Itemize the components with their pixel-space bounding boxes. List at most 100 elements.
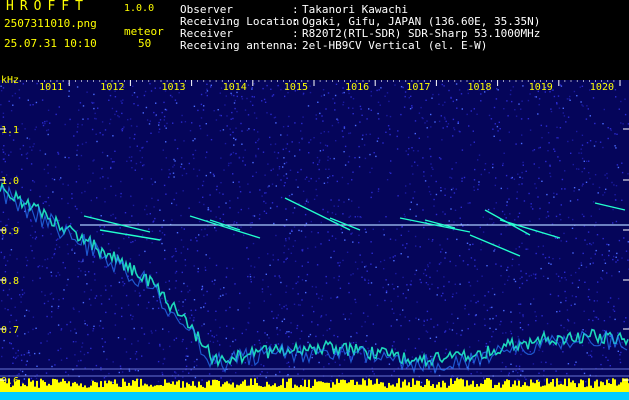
- intensity-bar: [108, 380, 110, 392]
- intensity-bar: [572, 380, 574, 392]
- intensity-bar: [60, 381, 62, 392]
- intensity-bar: [318, 381, 320, 392]
- intensity-bar: [464, 386, 466, 392]
- intensity-bar: [162, 385, 164, 392]
- intensity-bar: [112, 384, 114, 392]
- intensity-bar: [258, 385, 260, 392]
- intensity-bar: [496, 385, 498, 392]
- intensity-bar: [336, 378, 338, 392]
- intensity-bar: [494, 384, 496, 392]
- intensity-bar: [196, 387, 198, 392]
- intensity-bar: [284, 387, 286, 392]
- capture-datetime: 25.07.31 10:10: [4, 37, 97, 50]
- intensity-bar: [512, 384, 514, 392]
- intensity-bar: [376, 378, 378, 392]
- y-tick-label: 0.7: [1, 325, 19, 336]
- intensity-bar: [434, 387, 436, 392]
- intensity-bar: [468, 385, 470, 392]
- intensity-bar: [64, 381, 66, 392]
- intensity-bar: [370, 380, 372, 392]
- intensity-bar: [594, 381, 596, 392]
- intensity-bar: [586, 386, 588, 392]
- intensity-bar: [190, 385, 192, 392]
- intensity-bar: [514, 380, 516, 392]
- intensity-bar: [210, 385, 212, 392]
- intensity-bar: [308, 379, 310, 392]
- intensity-bar: [546, 378, 548, 392]
- intensity-bar: [384, 386, 386, 392]
- intensity-bar: [236, 384, 238, 392]
- x-tick-label: 1013: [162, 82, 186, 93]
- intensity-bar: [490, 379, 492, 392]
- intensity-bar: [314, 379, 316, 392]
- intensity-bar: [100, 381, 102, 392]
- intensity-bar: [362, 378, 364, 392]
- intensity-bar: [58, 382, 60, 392]
- intensity-bar: [466, 380, 468, 392]
- x-tick-label: 1015: [284, 82, 308, 93]
- intensity-bar: [260, 386, 262, 392]
- intensity-bar: [126, 385, 128, 392]
- antenna-colon: :: [292, 39, 299, 52]
- intensity-bar: [134, 381, 136, 392]
- intensity-bar: [508, 380, 510, 392]
- intensity-bar: [450, 378, 452, 392]
- intensity-bar: [170, 383, 172, 392]
- intensity-bar: [388, 382, 390, 392]
- intensity-bar: [326, 382, 328, 392]
- intensity-bar: [248, 385, 250, 392]
- intensity-bar: [322, 382, 324, 392]
- intensity-bar: [552, 379, 554, 392]
- intensity-bar: [444, 382, 446, 392]
- intensity-bar: [500, 387, 502, 392]
- intensity-bar: [68, 381, 70, 392]
- intensity-bar: [482, 384, 484, 392]
- intensity-bar: [438, 382, 440, 392]
- intensity-bar: [206, 381, 208, 392]
- intensity-bar: [518, 380, 520, 392]
- intensity-bar: [120, 387, 122, 392]
- intensity-bar: [296, 385, 298, 392]
- intensity-bar: [404, 379, 406, 392]
- intensity-bar: [166, 382, 168, 392]
- x-tick-label: 1012: [100, 82, 124, 93]
- intensity-bar: [200, 385, 202, 392]
- y-tick-label: 1.0: [1, 176, 19, 187]
- intensity-bar: [256, 383, 258, 392]
- intensity-bar: [240, 383, 242, 392]
- intensity-bar: [204, 387, 206, 392]
- intensity-bar: [470, 384, 472, 392]
- intensity-bar: [42, 380, 44, 392]
- intensity-bar: [82, 387, 84, 392]
- intensity-bar: [20, 386, 22, 392]
- intensity-bar: [92, 380, 94, 392]
- intensity-bar: [418, 380, 420, 392]
- intensity-bar: [358, 384, 360, 392]
- intensity-bar: [226, 381, 228, 392]
- intensity-bar: [90, 385, 92, 392]
- antenna-value: 2el-HB9CV Vertical (el. E-W): [302, 39, 488, 52]
- intensity-bar: [532, 382, 534, 392]
- intensity-bar: [410, 387, 412, 392]
- intensity-bar: [484, 379, 486, 392]
- intensity-bar: [624, 378, 626, 392]
- intensity-bar: [114, 379, 116, 392]
- intensity-bar: [458, 379, 460, 392]
- intensity-bar: [36, 380, 38, 392]
- intensity-bar: [178, 380, 180, 392]
- intensity-bar: [454, 380, 456, 392]
- intensity-bar: [506, 379, 508, 392]
- intensity-bar: [128, 382, 130, 392]
- intensity-bar: [292, 387, 294, 392]
- intensity-bar: [106, 383, 108, 392]
- intensity-bar: [366, 385, 368, 392]
- intensity-bar: [78, 385, 80, 392]
- intensity-bar: [390, 385, 392, 392]
- intensity-bar: [398, 378, 400, 392]
- intensity-bar: [252, 385, 254, 392]
- intensity-bar: [216, 380, 218, 392]
- intensity-bar: [440, 387, 442, 392]
- intensity-bar: [10, 387, 12, 392]
- intensity-bar: [616, 385, 618, 392]
- intensity-bar: [94, 382, 96, 392]
